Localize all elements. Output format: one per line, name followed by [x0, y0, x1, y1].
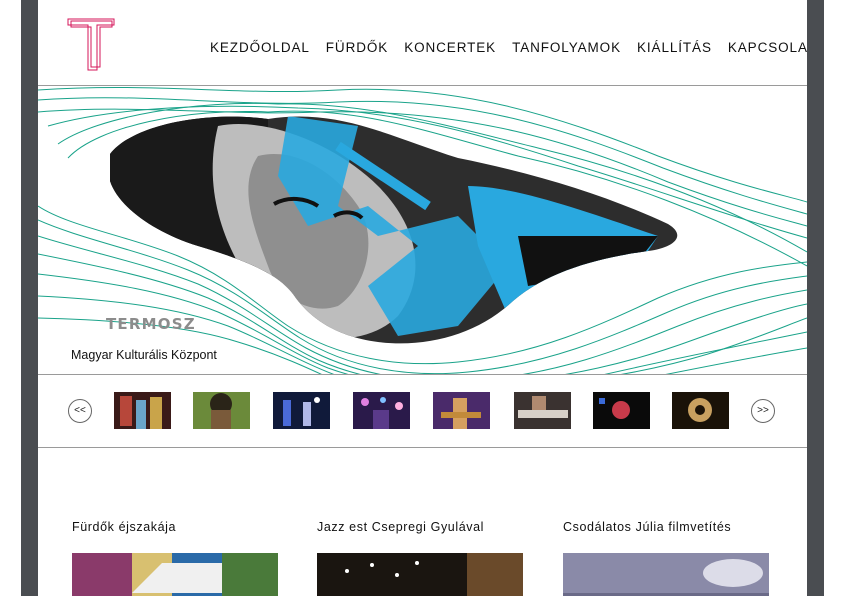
carousel-thumbnail[interactable] [273, 392, 330, 429]
page-container: KEZDŐOLDAL FÜRDŐK KONCERTEK TANFOLYAMOK … [38, 0, 807, 596]
thumbnail-carousel: << >> [38, 375, 807, 447]
thumbnail-image [514, 392, 571, 429]
card-image-mosaic [72, 553, 278, 596]
hero-title: TERMOSZ [106, 315, 196, 333]
logo-t-mark [67, 18, 115, 71]
event-card-title[interactable]: Fürdők éjszakája [72, 520, 278, 538]
thumbnail-image [593, 392, 650, 429]
site-logo[interactable] [67, 18, 117, 72]
thumbnail-image [433, 392, 490, 429]
main-nav: KEZDŐOLDAL FÜRDŐK KONCERTEK TANFOLYAMOK … [210, 40, 807, 55]
hero-subtitle: Magyar Kulturális Központ [71, 348, 217, 362]
nav-item-baths[interactable]: FÜRDŐK [326, 40, 388, 55]
event-card-title[interactable]: Csodálatos Júlia filmvetítés [563, 520, 769, 538]
hero-banner: TERMOSZ Magyar Kulturális Központ [38, 86, 807, 374]
right-frame-bar [807, 0, 824, 596]
event-card-image[interactable] [317, 553, 523, 596]
card-image-jazz [317, 553, 523, 596]
carousel-thumbnail[interactable] [433, 392, 490, 429]
left-frame-bar [21, 0, 38, 596]
event-card[interactable]: Csodálatos Júlia filmvetítés [563, 520, 769, 596]
carousel-prev-button[interactable]: << [68, 399, 92, 423]
carousel-thumbnail[interactable] [593, 392, 650, 429]
event-card-title[interactable]: Jazz est Csepregi Gyulával [317, 520, 523, 538]
thumbnail-image [273, 392, 330, 429]
nav-item-exhibition[interactable]: KIÁLLÍTÁS [637, 40, 712, 55]
carousel-thumbnail[interactable] [193, 392, 250, 429]
nav-item-concerts[interactable]: KONCERTEK [404, 40, 496, 55]
thumbnail-image [114, 392, 171, 429]
strip-divider [38, 447, 807, 448]
carousel-thumbnail[interactable] [672, 392, 729, 429]
card-image-film [563, 553, 769, 596]
thumbnail-image [353, 392, 410, 429]
event-card-image[interactable] [72, 553, 278, 596]
event-card[interactable]: Jazz est Csepregi Gyulával [317, 520, 523, 596]
thumbnail-image [193, 392, 250, 429]
carousel-thumbnail[interactable] [514, 392, 571, 429]
nav-item-home[interactable]: KEZDŐOLDAL [210, 40, 310, 55]
carousel-next-button[interactable]: >> [751, 399, 775, 423]
event-card[interactable]: Fürdők éjszakája [72, 520, 278, 596]
nav-item-contact[interactable]: KAPCSOLAT [728, 40, 807, 55]
event-card-image[interactable] [563, 553, 769, 596]
nav-item-courses[interactable]: TANFOLYAMOK [512, 40, 621, 55]
thumbnail-image [672, 392, 729, 429]
carousel-thumbnail[interactable] [114, 392, 171, 429]
carousel-thumbnail[interactable] [353, 392, 410, 429]
